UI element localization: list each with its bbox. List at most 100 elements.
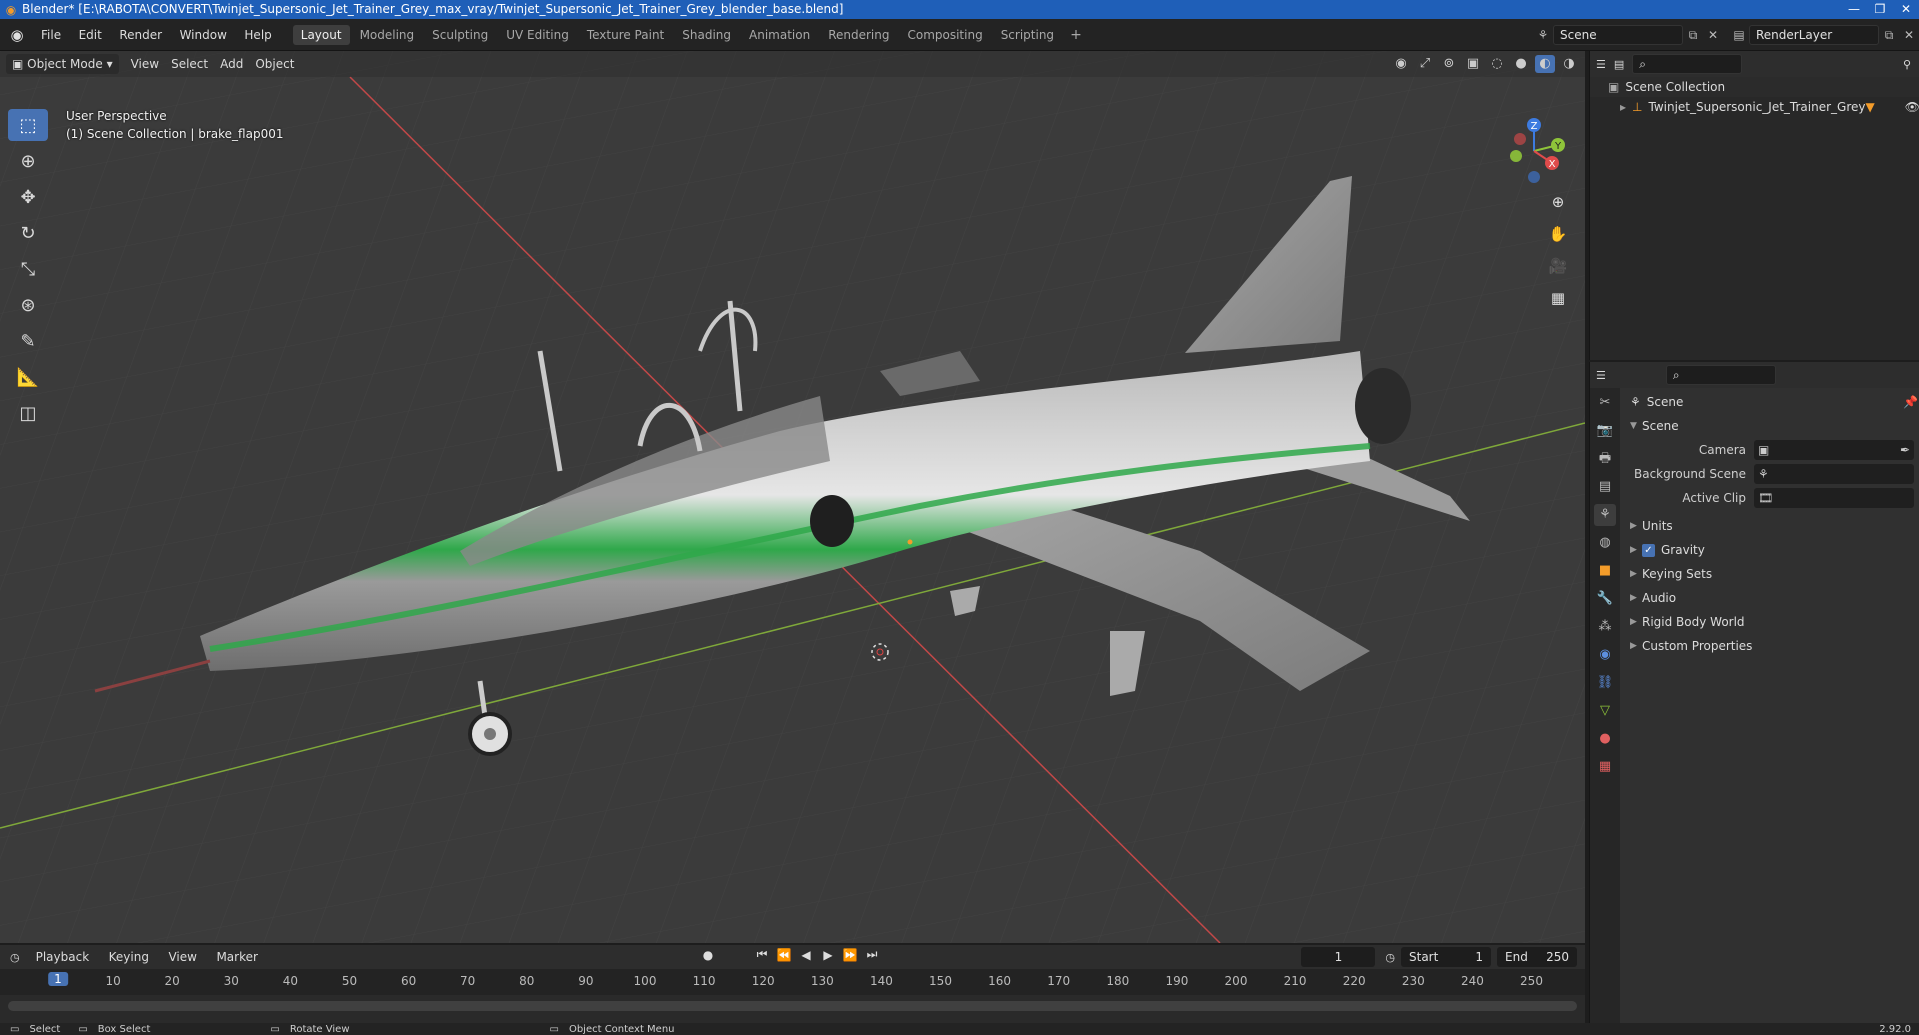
custom-properties-panel[interactable]: ▶ Custom Properties bbox=[1624, 634, 1918, 658]
outliner-scene-collection[interactable]: ▣ Scene Collection bbox=[1590, 77, 1919, 97]
output-tab-icon[interactable]: 🖶 bbox=[1594, 448, 1616, 470]
tab-animation[interactable]: Animation bbox=[741, 25, 818, 45]
modifier-tab-icon[interactable]: 🔧 bbox=[1594, 588, 1616, 610]
select-box-tool-icon[interactable]: ⬚ bbox=[8, 109, 48, 141]
texture-tab-icon[interactable]: ▦ bbox=[1594, 756, 1616, 778]
maximize-icon[interactable]: ❐ bbox=[1867, 0, 1893, 19]
constraints-tab-icon[interactable]: ⛓ bbox=[1594, 672, 1616, 694]
menu-file[interactable]: File bbox=[41, 28, 61, 42]
camera-view-icon[interactable]: 🎥 bbox=[1547, 255, 1569, 277]
tab-rendering[interactable]: Rendering bbox=[820, 25, 897, 45]
pan-hand-icon[interactable]: ✋ bbox=[1547, 223, 1569, 245]
jump-end-icon[interactable]: ⏭ bbox=[864, 947, 880, 962]
add-menu[interactable]: Add bbox=[214, 54, 249, 74]
outliner-item[interactable]: ▸ ⊥ Twinjet_Supersonic_Jet_Trainer_Grey … bbox=[1590, 97, 1919, 117]
menu-render[interactable]: Render bbox=[119, 28, 162, 42]
cursor-tool-icon[interactable]: ⊕ bbox=[8, 145, 48, 177]
overlay-toggle-icon[interactable]: ⊚ bbox=[1439, 55, 1459, 73]
select-menu[interactable]: Select bbox=[165, 54, 214, 74]
data-tab-icon[interactable]: ▽ bbox=[1594, 700, 1616, 722]
audio-panel[interactable]: ▶ Audio bbox=[1624, 586, 1918, 610]
filter-icon[interactable]: ⚲ bbox=[1903, 58, 1911, 71]
navigation-gizmo[interactable]: Z Y X bbox=[1494, 111, 1574, 191]
view-layer-tab-icon[interactable]: ▤ bbox=[1594, 476, 1616, 498]
object-menu[interactable]: Object bbox=[249, 54, 300, 74]
scene-field[interactable]: Scene bbox=[1553, 25, 1683, 45]
rendered-shading-icon[interactable]: ◑ bbox=[1559, 55, 1579, 73]
next-keyframe-icon[interactable]: ⏩ bbox=[842, 948, 858, 962]
outliner-editor-icon[interactable]: ☰ bbox=[1596, 58, 1606, 71]
playback-menu[interactable]: Playback bbox=[36, 950, 90, 964]
play-icon[interactable]: ▶ bbox=[820, 948, 836, 962]
record-icon[interactable]: ● bbox=[700, 948, 716, 962]
units-panel[interactable]: ▶ Units bbox=[1624, 514, 1918, 538]
tab-shading[interactable]: Shading bbox=[674, 25, 739, 45]
timeline-view-menu[interactable]: View bbox=[168, 950, 196, 964]
xray-icon[interactable]: ▣ bbox=[1463, 55, 1483, 73]
particles-tab-icon[interactable]: ⁂ bbox=[1594, 616, 1616, 638]
gravity-checkbox[interactable]: ✓ bbox=[1642, 543, 1655, 557]
view-menu[interactable]: View bbox=[125, 54, 165, 74]
timeline-editor-icon[interactable]: ◷ bbox=[10, 951, 20, 964]
timeline-scrollbar[interactable] bbox=[8, 1001, 1577, 1011]
gravity-panel[interactable]: ▶ ✓ Gravity bbox=[1624, 538, 1918, 562]
end-frame-field[interactable]: End 250 bbox=[1497, 947, 1577, 967]
ortho-grid-icon[interactable]: ▦ bbox=[1547, 287, 1569, 309]
current-frame-field[interactable]: 1 bbox=[1301, 947, 1376, 967]
frame-ruler[interactable]: 1 10 20 30 40 50 60 70 80 90 100 110 120 130 140 150 160… bbox=[0, 969, 1585, 995]
keying-menu[interactable]: Keying bbox=[109, 950, 149, 964]
play-reverse-icon[interactable]: ◀ bbox=[798, 948, 814, 962]
rotate-tool-icon[interactable]: ↻ bbox=[8, 217, 48, 249]
scene-tab-icon[interactable]: ⚘ bbox=[1594, 504, 1616, 526]
scene-icon[interactable]: ⚘ bbox=[1533, 28, 1553, 42]
tab-uv-editing[interactable]: UV Editing bbox=[498, 25, 577, 45]
pin-icon[interactable]: 📌 bbox=[1903, 395, 1918, 409]
menu-edit[interactable]: Edit bbox=[79, 28, 102, 42]
tab-texture-paint[interactable]: Texture Paint bbox=[579, 25, 672, 45]
display-mode-icon[interactable]: ▤ bbox=[1614, 58, 1624, 71]
world-tab-icon[interactable]: ◍ bbox=[1594, 532, 1616, 554]
camera-field[interactable]: ▣ ✒ bbox=[1754, 440, 1914, 460]
render-layer-field[interactable]: RenderLayer bbox=[1749, 25, 1879, 45]
menu-window[interactable]: Window bbox=[180, 28, 227, 42]
object-mode-dropdown[interactable]: ▣ Object Mode ▾ bbox=[6, 54, 119, 74]
render-tab-icon[interactable]: 📷 bbox=[1594, 420, 1616, 442]
tab-layout[interactable]: Layout bbox=[292, 24, 350, 45]
material-tab-icon[interactable]: ● bbox=[1594, 728, 1616, 750]
physics-tab-icon[interactable]: ◉ bbox=[1594, 644, 1616, 666]
3d-viewport[interactable]: ▣ Object Mode ▾ View Select Add Object ◉… bbox=[0, 51, 1585, 943]
measure-tool-icon[interactable]: 📐 bbox=[8, 361, 48, 393]
clock-icon[interactable]: ◷ bbox=[1385, 951, 1395, 964]
minimize-icon[interactable]: — bbox=[1841, 0, 1867, 19]
close-icon[interactable]: ✕ bbox=[1893, 0, 1919, 19]
background-scene-field[interactable]: ⚘ bbox=[1754, 464, 1914, 484]
prev-keyframe-icon[interactable]: ⏪ bbox=[776, 948, 792, 962]
tab-modeling[interactable]: Modeling bbox=[352, 25, 423, 45]
tab-scripting[interactable]: Scripting bbox=[993, 25, 1062, 45]
wireframe-shading-icon[interactable]: ◌ bbox=[1487, 55, 1507, 73]
gizmo-toggle-icon[interactable]: ⤢ bbox=[1415, 55, 1435, 73]
new-scene-icon[interactable]: ⧉ bbox=[1683, 28, 1703, 43]
annotate-tool-icon[interactable]: ✎ bbox=[8, 325, 48, 357]
expand-arrow-icon[interactable]: ▸ bbox=[1620, 100, 1626, 114]
visibility-icon[interactable]: ◉ bbox=[1391, 55, 1411, 73]
new-layer-icon[interactable]: ⧉ bbox=[1879, 28, 1899, 43]
scene-section-header[interactable]: ▼ Scene bbox=[1624, 414, 1918, 438]
solid-shading-icon[interactable]: ● bbox=[1511, 55, 1531, 73]
transform-tool-icon[interactable]: ⊛ bbox=[8, 289, 48, 321]
eyedropper-icon[interactable]: ✒ bbox=[1900, 443, 1910, 457]
delete-scene-icon[interactable]: ✕ bbox=[1703, 28, 1723, 42]
filter-funnel-icon[interactable]: ▼ bbox=[1865, 100, 1874, 114]
add-workspace-icon[interactable]: + bbox=[1070, 27, 1082, 43]
object-tab-icon[interactable]: ■ bbox=[1594, 560, 1616, 582]
delete-layer-icon[interactable]: ✕ bbox=[1899, 28, 1919, 42]
add-cube-tool-icon[interactable]: ◫ bbox=[8, 397, 48, 429]
keying-sets-panel[interactable]: ▶ Keying Sets bbox=[1624, 562, 1918, 586]
jump-start-icon[interactable]: ⏮ bbox=[754, 947, 770, 962]
menu-help[interactable]: Help bbox=[244, 28, 271, 42]
properties-search[interactable]: ⌕ bbox=[1665, 365, 1776, 385]
blender-menu-icon[interactable]: ◉ bbox=[0, 26, 34, 44]
properties-editor-icon[interactable]: ☰ bbox=[1596, 369, 1606, 382]
marker-menu[interactable]: Marker bbox=[216, 950, 257, 964]
tab-compositing[interactable]: Compositing bbox=[899, 25, 990, 45]
